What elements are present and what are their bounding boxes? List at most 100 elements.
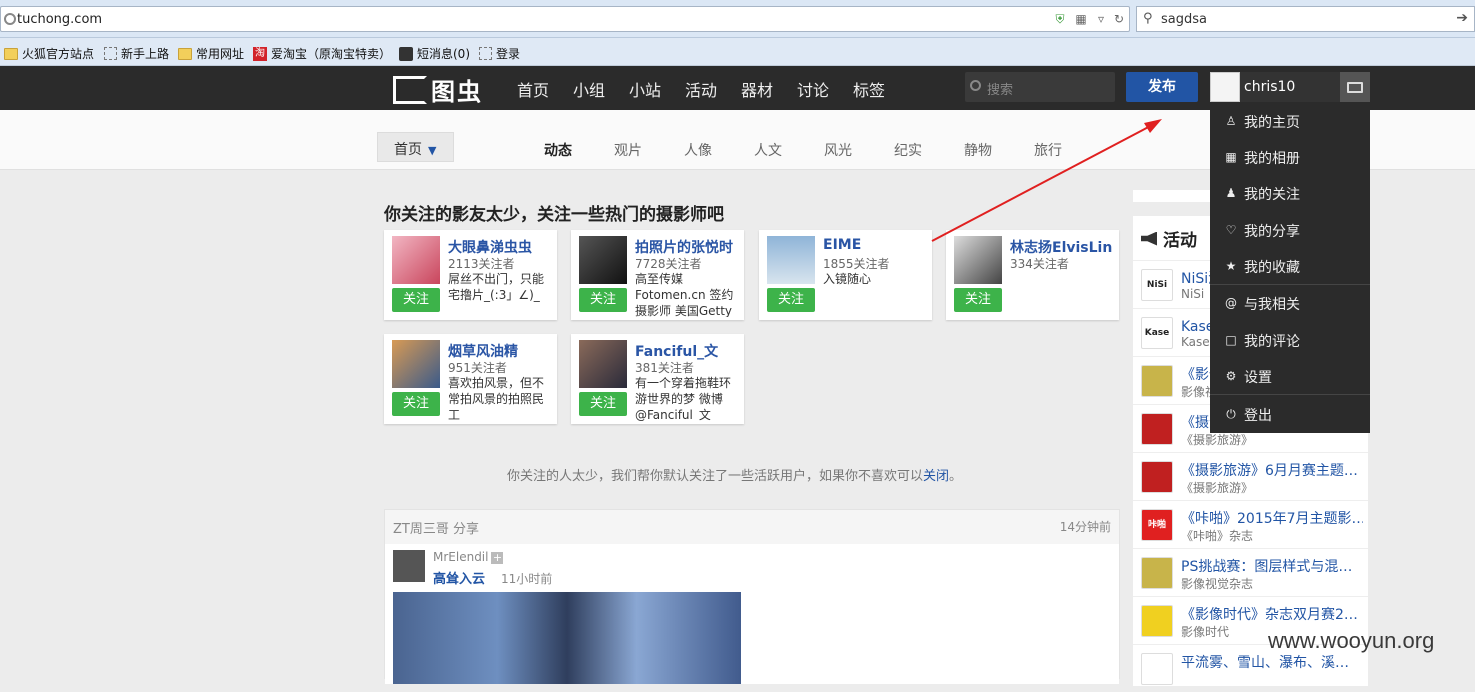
tab-landscape[interactable]: 风光 <box>824 140 852 160</box>
photographer-card: 关注 Fanciful_文 381关注者 有一个穿着拖鞋环游世界的梦 微博@Fa… <box>571 334 744 424</box>
user-menu-item[interactable]: ♡ 我的分享 <box>1210 212 1370 248</box>
user-menu-item[interactable]: ⏻ 登出 <box>1210 396 1370 432</box>
activity-item[interactable]: PS挑战赛：图层样式与混… 影像视觉杂志 <box>1133 548 1368 596</box>
feed-user-avatar[interactable] <box>393 550 425 582</box>
feed-title[interactable]: 高耸入云 <box>433 568 485 587</box>
user-menu-item[interactable]: ♟ 我的关注 <box>1210 175 1370 211</box>
follow-button[interactable]: 关注 <box>954 288 1002 312</box>
activity-logo[interactable] <box>1141 461 1173 493</box>
photographer-avatar[interactable] <box>579 340 627 388</box>
go-arrow-icon[interactable]: ➔ <box>1456 10 1468 26</box>
bookmark-item[interactable]: 短消息(0) <box>399 45 470 62</box>
feed-header[interactable]: ZT周三哥 分享 <box>393 518 479 537</box>
follow-button[interactable]: 关注 <box>767 288 815 312</box>
activity-logo[interactable] <box>1141 413 1173 445</box>
photographer-card: 关注 拍照片的张悦时 7728关注者 高至传媒Fotomen.cn 签约摄影师 … <box>571 230 744 320</box>
add-icon[interactable]: + <box>491 552 504 564</box>
activity-title-link[interactable]: 《咔啪》2015年7月主题影… <box>1181 508 1363 528</box>
feed-photo[interactable] <box>393 592 741 684</box>
publish-button[interactable]: 发布 <box>1126 72 1198 102</box>
photographer-name[interactable]: 烟草风油精 <box>448 341 518 361</box>
tab-browse[interactable]: 观片 <box>614 140 642 160</box>
activity-logo[interactable]: Kase <box>1141 317 1173 349</box>
bookmark-item[interactable]: 淘爱淘宝（原淘宝特卖） <box>253 45 391 62</box>
feed-content: MrElendil + 高耸入云 11小时前 <box>385 544 1119 684</box>
user-menu-toggle[interactable]: chris10 <box>1210 72 1340 102</box>
activity-logo[interactable]: 咔啪 <box>1141 509 1173 541</box>
activity-logo[interactable] <box>1141 557 1173 589</box>
follow-button[interactable]: 关注 <box>392 288 440 312</box>
address-bar[interactable]: tuchong.com ⛨ ▦ ▿ ↻ <box>0 6 1130 32</box>
activity-source: 《摄影旅游》 <box>1181 433 1254 447</box>
activity-title-link[interactable]: PS挑战赛：图层样式与混… <box>1181 556 1363 576</box>
nav-sites[interactable]: 小站 <box>629 77 661 101</box>
qr-icon[interactable]: ▦ <box>1074 12 1088 26</box>
tab-feed[interactable]: 动态 <box>544 140 572 160</box>
activity-source: Kase <box>1181 335 1210 349</box>
search-icon <box>970 80 981 91</box>
page-title: 你关注的影友太少，关注一些热门的摄影师吧 <box>384 205 724 225</box>
gear-icon: ⚙ <box>1225 369 1237 383</box>
tab-humanity[interactable]: 人文 <box>754 140 782 160</box>
reload-icon[interactable]: ↻ <box>1112 12 1126 26</box>
page-icon <box>104 47 117 60</box>
home-dropdown[interactable]: 首页 ▼ <box>377 132 454 162</box>
activity-logo[interactable]: NiSi <box>1141 269 1173 301</box>
follow-button[interactable]: 关注 <box>579 288 627 312</box>
person-icon: ♙ <box>1225 114 1237 128</box>
follow-button[interactable]: 关注 <box>579 392 627 416</box>
activity-title-link[interactable]: 《摄影旅游》6月月赛主题… <box>1181 460 1363 480</box>
photographer-card: 关注 EIME 1855关注者 入镜随心 <box>759 230 932 320</box>
bookmark-item[interactable]: 火狐官方站点 <box>4 45 94 62</box>
menu-divider <box>1210 284 1370 285</box>
photographer-avatar[interactable] <box>392 340 440 388</box>
site-logo[interactable]: 图虫 <box>393 72 483 107</box>
activity-item[interactable]: 《摄影旅游》6月月赛主题… 《摄影旅游》 <box>1133 452 1368 500</box>
photographer-name[interactable]: 大眼鼻涕虫虫 <box>448 237 532 257</box>
nav-home[interactable]: 首页 <box>517 77 549 101</box>
close-link[interactable]: 关闭 <box>923 469 949 484</box>
photographer-desc: 入镜随心 <box>823 272 872 286</box>
nav-tags[interactable]: 标签 <box>853 77 885 101</box>
nav-groups[interactable]: 小组 <box>573 77 605 101</box>
user-menu-item[interactable]: ♙ 我的主页 <box>1210 103 1370 139</box>
photographer-avatar[interactable] <box>767 236 815 284</box>
user-menu-item[interactable]: ★ 我的收藏 <box>1210 248 1370 284</box>
tab-documentary[interactable]: 纪实 <box>894 140 922 160</box>
follower-count: 2113关注者 <box>448 257 515 271</box>
mail-button[interactable] <box>1340 72 1370 102</box>
browser-search[interactable]: ⚲ sagdsa ➔ <box>1136 6 1475 32</box>
nav-gear[interactable]: 器材 <box>741 77 773 101</box>
nav-discuss[interactable]: 讨论 <box>797 77 829 101</box>
photographer-name[interactable]: 拍照片的张悦时 <box>635 237 733 257</box>
activity-logo[interactable] <box>1141 605 1173 637</box>
globe-icon <box>4 13 16 25</box>
user-menu-item[interactable]: @ 与我相关 <box>1210 285 1370 321</box>
bookmark-item[interactable]: 新手上路 <box>104 45 169 62</box>
follower-count: 951关注者 <box>448 361 507 375</box>
star-icon: ★ <box>1225 259 1237 273</box>
photographer-name[interactable]: EIME <box>823 237 861 253</box>
annotation-arrow <box>931 119 1162 242</box>
user-menu-item[interactable]: □ 我的评论 <box>1210 322 1370 358</box>
tab-portrait[interactable]: 人像 <box>684 140 712 160</box>
nav-events[interactable]: 活动 <box>685 77 717 101</box>
activity-source: 《摄影旅游》 <box>1181 481 1254 495</box>
dropdown-icon[interactable]: ▿ <box>1094 12 1108 26</box>
shield-icon[interactable]: ⛨ <box>1053 12 1067 26</box>
address-text: tuchong.com <box>17 12 103 27</box>
user-menu-item[interactable]: ⚙ 设置 <box>1210 358 1370 394</box>
activity-title-link[interactable]: 平流雾、雪山、瀑布、溪… <box>1181 652 1363 672</box>
activity-item[interactable]: 咔啪 《咔啪》2015年7月主题影… 《咔啪》杂志 <box>1133 500 1368 548</box>
site-search-input[interactable]: 搜索 <box>965 72 1115 102</box>
bookmark-item[interactable]: 常用网址 <box>178 45 244 62</box>
photographer-name[interactable]: Fanciful_文 <box>635 341 718 361</box>
photographer-avatar[interactable] <box>392 236 440 284</box>
follow-button[interactable]: 关注 <box>392 392 440 416</box>
user-menu-item[interactable]: ▦ 我的相册 <box>1210 139 1370 175</box>
bookmark-item[interactable]: 登录 <box>479 45 520 62</box>
activity-logo[interactable] <box>1141 365 1173 397</box>
activity-logo[interactable] <box>1141 653 1173 685</box>
activity-title-link[interactable]: 《影像时代》杂志双月赛2… <box>1181 604 1363 624</box>
photographer-avatar[interactable] <box>579 236 627 284</box>
